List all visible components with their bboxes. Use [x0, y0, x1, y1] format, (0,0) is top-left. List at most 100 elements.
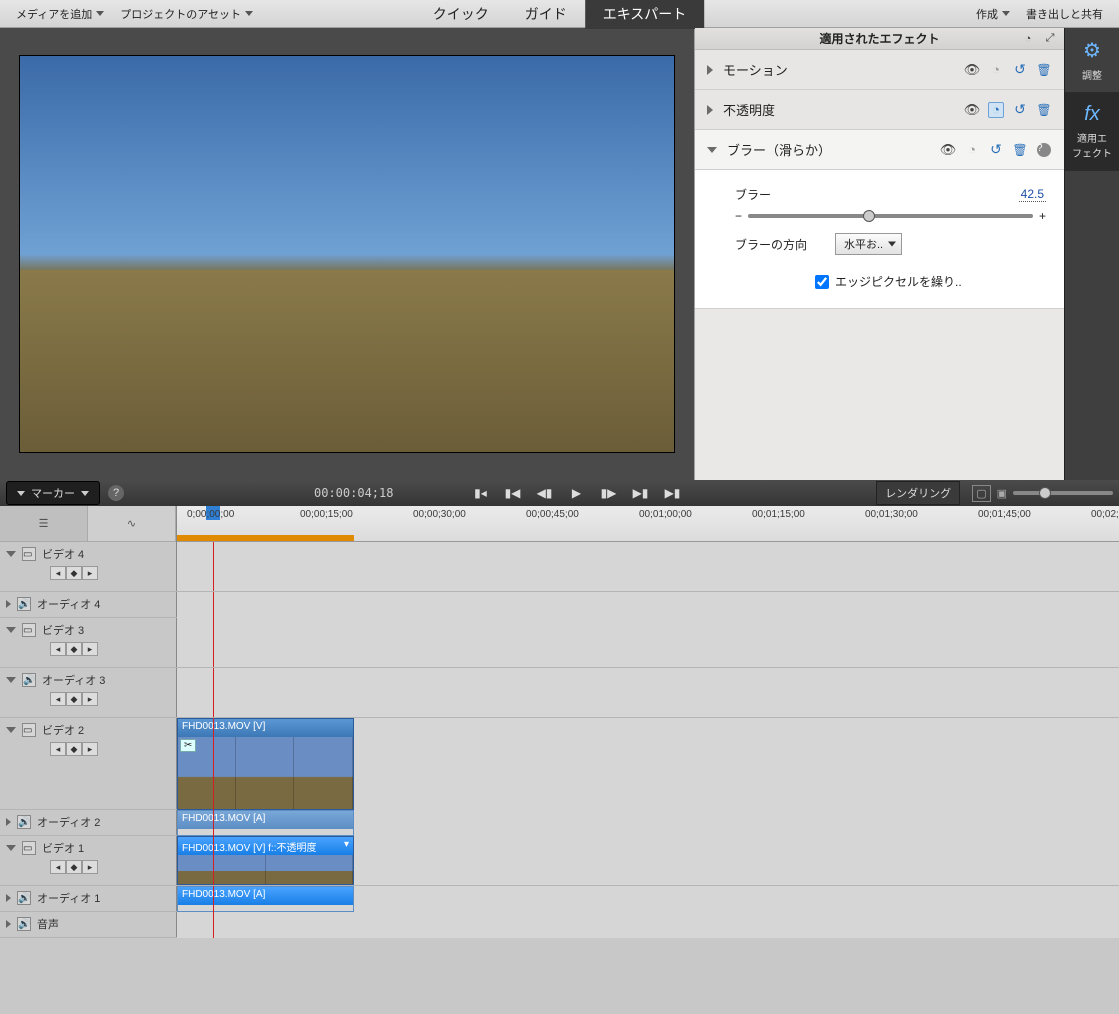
film-icon[interactable]: [22, 723, 36, 737]
step-forward-button[interactable]: ▮▶: [599, 484, 617, 502]
add-keyframe-button[interactable]: ◆: [66, 692, 82, 706]
add-media-menu[interactable]: メディアを追加: [8, 2, 112, 26]
clip-audio1[interactable]: FHD0013.MOV [A]: [177, 886, 354, 912]
eye-icon[interactable]: [940, 142, 956, 158]
add-keyframe-button[interactable]: ◆: [66, 566, 82, 580]
track-lane[interactable]: [177, 618, 1119, 667]
prev-keyframe-button[interactable]: ◂: [50, 860, 66, 874]
film-icon[interactable]: [22, 841, 36, 855]
param-blur-value[interactable]: 42.5: [1019, 187, 1046, 202]
reset-icon[interactable]: [1012, 102, 1028, 118]
track-lane[interactable]: FHD0013.MOV [A]: [177, 886, 1119, 912]
disclosure-triangle-icon[interactable]: [707, 105, 713, 115]
chevron-right-icon[interactable]: [6, 818, 11, 826]
speaker-icon[interactable]: [17, 815, 31, 829]
next-keyframe-button[interactable]: ▸: [82, 860, 98, 874]
play-button[interactable]: ▶: [567, 484, 585, 502]
rail-adjust-button[interactable]: ⚙ 調整: [1065, 28, 1119, 93]
goto-end-button[interactable]: ▶▮: [663, 484, 681, 502]
step-back-button[interactable]: ◀▮: [535, 484, 553, 502]
panel-expand-icon[interactable]: ⤢: [1042, 31, 1058, 47]
track-lane[interactable]: FHD0013.MOV [V] f::不透明度 ▾: [177, 836, 1119, 885]
chevron-right-icon[interactable]: [6, 600, 11, 608]
reset-icon[interactable]: [988, 142, 1004, 158]
slider-plus-icon[interactable]: +: [1039, 209, 1046, 223]
trash-icon[interactable]: [1012, 142, 1028, 158]
track-lane[interactable]: FHD0013.MOV [A]: [177, 810, 1119, 836]
rail-applied-effects-button[interactable]: fx 適用エ フェクト: [1065, 93, 1119, 171]
razor-icon[interactable]: ✂: [180, 739, 196, 752]
stopwatch-icon[interactable]: [964, 142, 980, 158]
chevron-down-icon[interactable]: [6, 845, 16, 851]
speaker-icon[interactable]: [17, 597, 31, 611]
chevron-down-icon[interactable]: [6, 727, 16, 733]
speaker-icon[interactable]: [17, 917, 31, 931]
film-icon[interactable]: [22, 547, 36, 561]
stopwatch-icon[interactable]: [988, 62, 1004, 78]
prev-keyframe-button[interactable]: ◂: [50, 692, 66, 706]
eye-icon[interactable]: [964, 102, 980, 118]
chevron-down-icon[interactable]: [6, 677, 16, 683]
trash-icon[interactable]: [1036, 62, 1052, 78]
effect-row-opacity[interactable]: 不透明度: [695, 90, 1064, 130]
project-assets-menu[interactable]: プロジェクトのアセット: [112, 2, 261, 26]
prev-keyframe-button[interactable]: ◂: [50, 642, 66, 656]
help-icon[interactable]: [1036, 142, 1052, 158]
prev-keyframe-button[interactable]: ◂: [50, 742, 66, 756]
clip-video2[interactable]: FHD0013.MOV [V] ✂: [177, 718, 354, 810]
next-keyframe-button[interactable]: ▸: [82, 692, 98, 706]
disclosure-triangle-icon[interactable]: [707, 147, 717, 153]
timeline-mode-standard[interactable]: ☰: [0, 506, 88, 542]
chevron-down-icon[interactable]: [6, 627, 16, 633]
eye-icon[interactable]: [964, 62, 980, 78]
track-lane[interactable]: [177, 592, 1119, 618]
time-ruler[interactable]: 0;00;00;0000;00;15;0000;00;30;0000;00;45…: [177, 506, 1119, 542]
render-button[interactable]: レンダリング: [876, 481, 960, 505]
prev-edit-button[interactable]: ▮◀: [503, 484, 521, 502]
fullscreen-icon[interactable]: ▣: [997, 487, 1007, 500]
chevron-right-icon[interactable]: [6, 920, 11, 928]
speaker-icon[interactable]: [22, 673, 36, 687]
effect-row-blur[interactable]: ブラー（滑らか）: [695, 130, 1064, 170]
blur-slider[interactable]: [748, 214, 1033, 218]
goto-start-button[interactable]: ▮◂: [471, 484, 489, 502]
stopwatch-icon[interactable]: ◔: [1020, 31, 1036, 47]
create-menu[interactable]: 作成: [968, 2, 1018, 26]
zoom-slider[interactable]: [1013, 491, 1113, 495]
stopwatch-icon[interactable]: [988, 102, 1004, 118]
work-area-bar[interactable]: [177, 535, 354, 541]
current-timecode[interactable]: 00:00:04;18: [314, 486, 393, 500]
trash-icon[interactable]: [1036, 102, 1052, 118]
next-keyframe-button[interactable]: ▸: [82, 742, 98, 756]
blur-direction-dropdown[interactable]: 水平お..: [835, 233, 902, 255]
track-lane[interactable]: [177, 912, 1119, 938]
add-keyframe-button[interactable]: ◆: [66, 642, 82, 656]
add-keyframe-button[interactable]: ◆: [66, 742, 82, 756]
track-lane[interactable]: [177, 542, 1119, 591]
chevron-down-icon[interactable]: [6, 551, 16, 557]
marker-dropdown[interactable]: マーカー: [6, 481, 100, 505]
clip-video1[interactable]: FHD0013.MOV [V] f::不透明度 ▾: [177, 836, 354, 885]
tab-guided[interactable]: ガイド: [507, 0, 585, 29]
clip-audio2[interactable]: FHD0013.MOV [A]: [177, 810, 354, 836]
track-lane[interactable]: FHD0013.MOV [V] ✂: [177, 718, 1119, 810]
slider-minus-icon[interactable]: −: [735, 209, 742, 223]
next-keyframe-button[interactable]: ▸: [82, 566, 98, 580]
export-share-menu[interactable]: 書き出しと共有: [1018, 2, 1111, 26]
chevron-right-icon[interactable]: [6, 894, 11, 902]
next-keyframe-button[interactable]: ▸: [82, 642, 98, 656]
timeline-mode-audio[interactable]: ∿: [88, 506, 176, 542]
preview-canvas[interactable]: [20, 56, 674, 452]
help-icon[interactable]: ?: [108, 485, 124, 501]
tab-quick[interactable]: クイック: [415, 0, 507, 29]
track-lane[interactable]: [177, 668, 1119, 717]
reset-icon[interactable]: [1012, 62, 1028, 78]
add-keyframe-button[interactable]: ◆: [66, 860, 82, 874]
safe-margins-icon[interactable]: ▢: [972, 485, 990, 502]
edge-pixels-checkbox[interactable]: [815, 275, 829, 289]
next-edit-button[interactable]: ▶▮: [631, 484, 649, 502]
effect-row-motion[interactable]: モーション: [695, 50, 1064, 90]
speaker-icon[interactable]: [17, 891, 31, 905]
disclosure-triangle-icon[interactable]: [707, 65, 713, 75]
prev-keyframe-button[interactable]: ◂: [50, 566, 66, 580]
